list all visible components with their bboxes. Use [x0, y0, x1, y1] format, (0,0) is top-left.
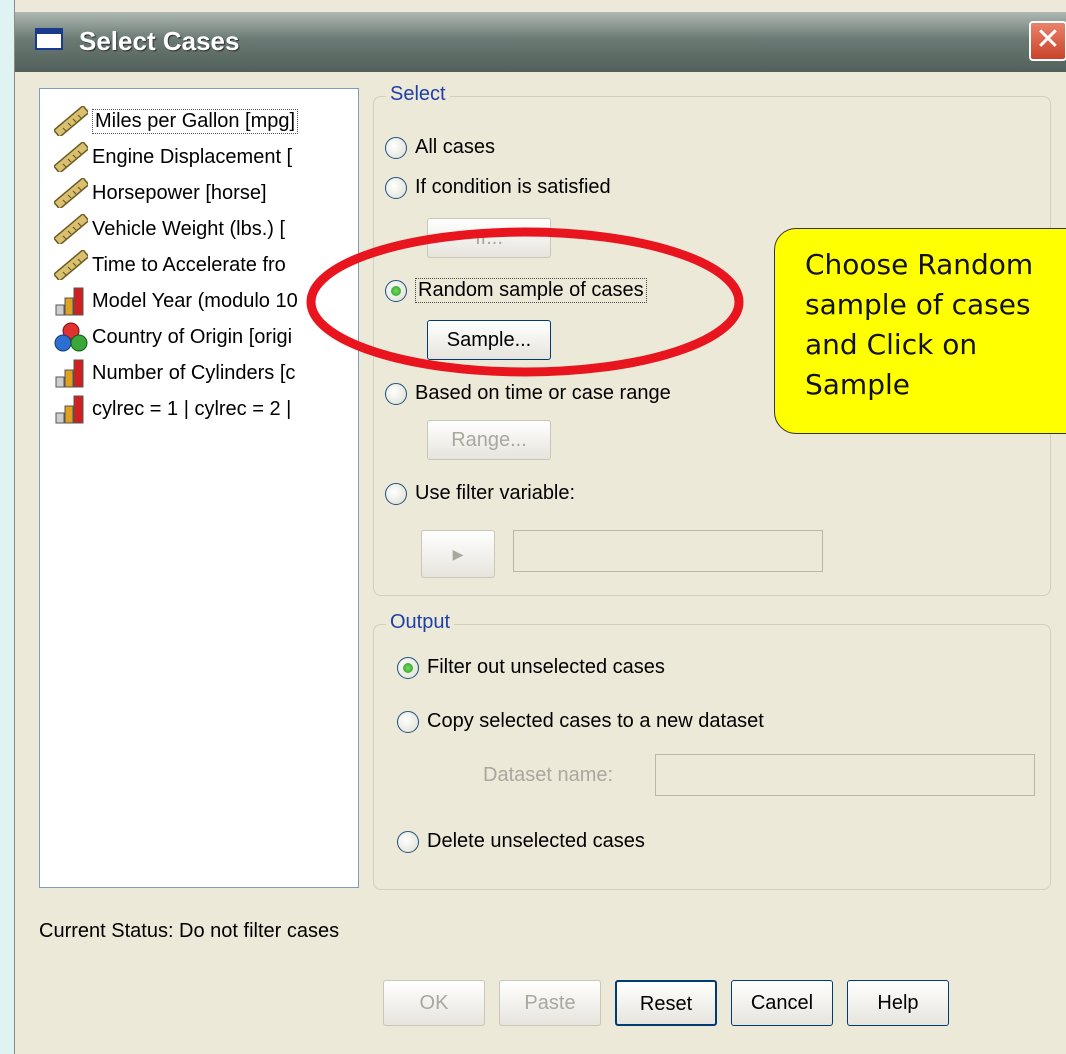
callout-line: Sample — [805, 368, 910, 401]
bar-chart-icon — [54, 286, 88, 316]
variable-list[interactable]: Miles per Gallon [mpg] Engine Displaceme… — [39, 88, 359, 888]
radio-label: If condition is satisfied — [415, 176, 611, 198]
select-cases-dialog: Select Cases ✕ Miles per Gallon [mpg] En… — [14, 0, 1066, 1054]
bar-chart-icon — [54, 358, 88, 388]
radio-label: All cases — [415, 136, 496, 158]
radio-filter-out[interactable]: Filter out unselected cases — [397, 656, 665, 679]
radio-button-icon — [385, 482, 407, 505]
close-button[interactable]: ✕ — [1029, 21, 1066, 61]
variable-label: cylrec = 1 | cylrec = 2 | — [92, 397, 292, 420]
move-variable-arrow-button[interactable]: ▶ — [421, 530, 495, 578]
callout-line: and Click on — [805, 328, 978, 361]
radio-label: Use filter variable: — [415, 482, 576, 504]
reset-button[interactable]: Reset — [615, 980, 717, 1026]
ruler-icon — [52, 248, 90, 283]
variable-item[interactable]: Horsepower [horse] — [52, 176, 267, 211]
variable-label: Number of Cylinders [c — [92, 361, 296, 384]
callout-line: Choose Random — [805, 248, 1034, 281]
variable-item[interactable]: Country of Origin [origi — [54, 321, 292, 353]
radio-label: Filter out unselected cases — [427, 656, 665, 678]
radio-if-condition[interactable]: If condition is satisfied — [385, 176, 611, 199]
radio-button-icon — [385, 176, 407, 199]
radio-delete-unselected[interactable]: Delete unselected cases — [397, 830, 645, 853]
bar-chart-icon — [54, 394, 88, 424]
variable-item[interactable]: Vehicle Weight (lbs.) [ — [52, 212, 286, 247]
highlight-ellipse — [306, 227, 744, 377]
select-group-label: Select — [386, 83, 450, 106]
variable-label: Engine Displacement [ — [92, 145, 293, 168]
variable-label: Country of Origin [origi — [92, 325, 293, 348]
ruler-icon — [52, 176, 90, 211]
title-bar[interactable]: Select Cases ✕ — [15, 12, 1066, 72]
radio-copy-dataset[interactable]: Copy selected cases to a new dataset — [397, 710, 764, 733]
paste-button[interactable]: Paste — [499, 980, 601, 1026]
radio-button-icon — [397, 830, 419, 853]
radio-button-icon — [385, 136, 407, 159]
current-status: Current Status: Do not filter cases — [39, 920, 340, 942]
variable-label: Model Year (modulo 10 — [92, 289, 298, 312]
variable-item[interactable]: Model Year (modulo 10 — [54, 285, 298, 317]
dataset-name-label: Dataset name: — [483, 764, 614, 786]
variable-item[interactable]: Number of Cylinders [c — [54, 357, 295, 389]
ruler-icon — [52, 104, 90, 139]
variable-label: Miles per Gallon [mpg] — [92, 108, 299, 134]
variable-item[interactable]: Miles per Gallon [mpg] — [52, 104, 299, 139]
variable-label: Time to Accelerate fro — [92, 253, 286, 276]
ruler-icon — [52, 140, 90, 175]
instruction-callout: Choose Random sample of cases and Click … — [774, 228, 1066, 434]
variable-label: Horsepower [horse] — [92, 181, 267, 204]
variable-item[interactable]: cylrec = 1 | cylrec = 2 | — [54, 393, 291, 425]
radio-label: Delete unselected cases — [427, 830, 645, 852]
ruler-icon — [52, 212, 90, 247]
output-group-label: Output — [386, 611, 455, 634]
radio-filter-variable[interactable]: Use filter variable: — [385, 482, 575, 505]
variable-item[interactable]: Engine Displacement [ — [52, 140, 293, 175]
radio-button-checked-icon — [397, 656, 419, 679]
variable-item[interactable]: Time to Accelerate fro — [52, 248, 286, 283]
window-title: Select Cases — [79, 26, 240, 56]
filter-variable-field[interactable] — [513, 530, 823, 572]
radio-all-cases[interactable]: All cases — [385, 136, 495, 159]
radio-label: Copy selected cases to a new dataset — [427, 710, 764, 732]
variable-label: Vehicle Weight (lbs.) [ — [92, 217, 286, 240]
help-button[interactable]: Help — [847, 980, 949, 1026]
dataset-name-field[interactable] — [655, 754, 1035, 796]
ok-button[interactable]: OK — [383, 980, 485, 1026]
window-icon — [35, 28, 63, 50]
cancel-button[interactable]: Cancel — [731, 980, 833, 1026]
callout-line: sample of cases — [805, 288, 1031, 321]
range-button[interactable]: Range... — [427, 420, 551, 460]
nominal-circles-icon — [54, 322, 88, 352]
radio-button-icon — [397, 710, 419, 733]
